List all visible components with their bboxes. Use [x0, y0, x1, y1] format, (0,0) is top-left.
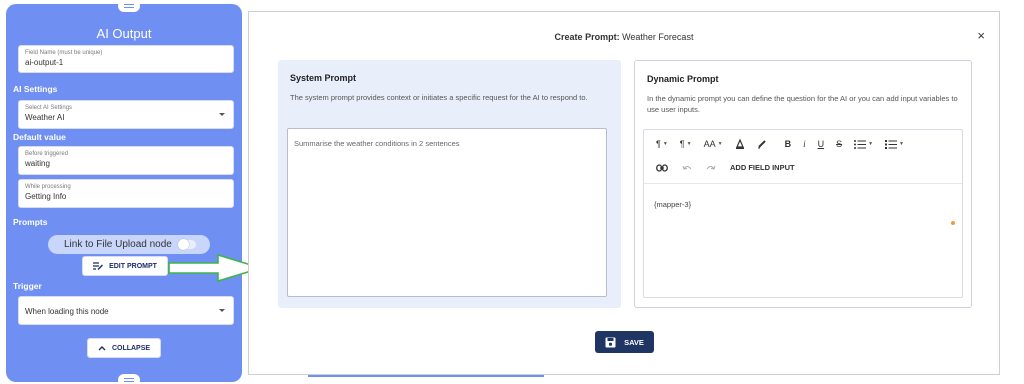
numbered-list-icon [885, 139, 898, 149]
chevron-up-icon [98, 346, 106, 351]
field-name-label: Field Name (must be unique) [25, 50, 103, 56]
bullet-list-icon [854, 139, 867, 149]
create-prompt-dialog: Create Prompt: Weather Forecast × System… [248, 11, 1000, 375]
undo-icon[interactable] [682, 164, 692, 171]
background-scroll-bar [308, 375, 544, 377]
save-button[interactable]: SAVE [595, 331, 654, 353]
while-processing-label: While processing [25, 184, 71, 190]
drag-handle-bottom[interactable] [118, 374, 140, 382]
trigger-select[interactable]: When loading this node [18, 296, 234, 325]
text-color-icon [735, 139, 744, 149]
toolbar-divider [644, 183, 962, 184]
collapse-label: COLLAPSE [111, 344, 151, 352]
link-file-upload-toggle[interactable]: Link to File Upload node [48, 235, 210, 254]
font-size-icon: AA [703, 139, 716, 149]
paragraph-format-button[interactable]: ¶ ▼ [656, 139, 668, 149]
toggle-knob [178, 239, 189, 250]
field-name-value: ai-output-1 [25, 58, 64, 67]
dialog-title-name: Weather Forecast [622, 32, 694, 42]
ai-settings-heading: AI Settings [13, 84, 58, 94]
before-triggered-value: waiting [25, 159, 50, 168]
toggle-switch[interactable] [178, 239, 196, 250]
font-size-button[interactable]: AA ▼ [704, 139, 723, 149]
dynamic-prompt-description: In the dynamic prompt you can define the… [647, 94, 958, 114]
collapse-button[interactable]: COLLAPSE [87, 338, 161, 358]
while-processing-value: Getting Info [25, 192, 67, 201]
paragraph-icon: ¶ [656, 139, 661, 149]
system-prompt-text: Summarise the weather conditions in 2 se… [294, 139, 460, 148]
screen: AI Output Field Name (must be unique) ai… [0, 0, 1024, 384]
highlight-button[interactable] [757, 139, 767, 149]
strikethrough-button[interactable]: S [836, 139, 842, 149]
default-value-heading: Default value [13, 132, 66, 142]
prompts-heading: Prompts [13, 217, 48, 227]
bullet-list-button[interactable]: ▼ [854, 139, 873, 149]
panel-title: AI Output [96, 26, 152, 41]
link-icon[interactable] [656, 163, 668, 172]
edit-prompt-button[interactable]: EDIT PROMPT [82, 256, 168, 276]
redo-icon[interactable] [706, 164, 716, 171]
dialog-title-label: Create Prompt: [554, 32, 620, 42]
system-prompt-heading: System Prompt [290, 73, 357, 83]
editor-toolbar-row-2: ADD FIELD INPUT [656, 163, 795, 172]
chevron-down-icon [219, 309, 225, 312]
highlighter-icon [757, 140, 766, 149]
add-field-input-button[interactable]: ADD FIELD INPUT [730, 163, 795, 172]
underline-button[interactable]: U [818, 139, 825, 149]
trigger-heading: Trigger [13, 281, 42, 291]
chevron-down-icon [219, 113, 225, 116]
ai-settings-label: Select AI Settings [25, 105, 73, 111]
editor-toolbar-row-1: ¶ ▼ ¶ ▼ AA ▼ B i U S ▼ ▼ [656, 139, 904, 149]
trigger-value: When loading this node [25, 307, 109, 316]
dialog-title: Create Prompt: Weather Forecast [249, 32, 999, 42]
dynamic-prompt-heading: Dynamic Prompt [647, 74, 719, 84]
paragraph-style-icon: ¶ [679, 139, 685, 149]
system-prompt-description: The system prompt provides context or in… [290, 93, 588, 102]
while-processing-input[interactable]: While processing Getting Info [18, 179, 234, 208]
system-prompt-textarea[interactable]: Summarise the weather conditions in 2 se… [287, 128, 607, 297]
dynamic-prompt-editor[interactable]: ¶ ▼ ¶ ▼ AA ▼ B i U S ▼ ▼ ADD FIELD INPUT… [643, 129, 963, 298]
italic-button[interactable]: i [803, 139, 806, 149]
ai-settings-value: Weather AI [25, 113, 65, 122]
bold-button[interactable]: B [785, 139, 792, 149]
before-triggered-input[interactable]: Before triggered waiting [18, 146, 234, 175]
save-icon [605, 337, 616, 347]
dynamic-prompt-card: Dynamic Prompt In the dynamic prompt you… [634, 60, 972, 308]
save-label: SAVE [624, 337, 644, 347]
ai-output-panel: AI Output Field Name (must be unique) ai… [6, 4, 242, 382]
ai-settings-select[interactable]: Select AI Settings Weather AI [18, 100, 234, 129]
close-icon[interactable]: × [977, 28, 985, 43]
status-dot [951, 221, 955, 225]
toggle-label: Link to File Upload node [64, 239, 172, 250]
before-triggered-label: Before triggered [25, 151, 69, 157]
edit-prompt-label: EDIT PROMPT [109, 262, 157, 270]
paragraph-style-button[interactable]: ¶ ▼ [680, 139, 692, 149]
numbered-list-button[interactable]: ▼ [885, 139, 904, 149]
edit-list-icon [93, 262, 104, 270]
system-prompt-card: System Prompt The system prompt provides… [278, 60, 621, 308]
text-color-button[interactable] [735, 139, 745, 149]
drag-handle-top[interactable] [118, 4, 140, 12]
field-name-input[interactable]: Field Name (must be unique) ai-output-1 [18, 45, 234, 73]
dynamic-prompt-content: {mapper-3} [654, 200, 692, 209]
